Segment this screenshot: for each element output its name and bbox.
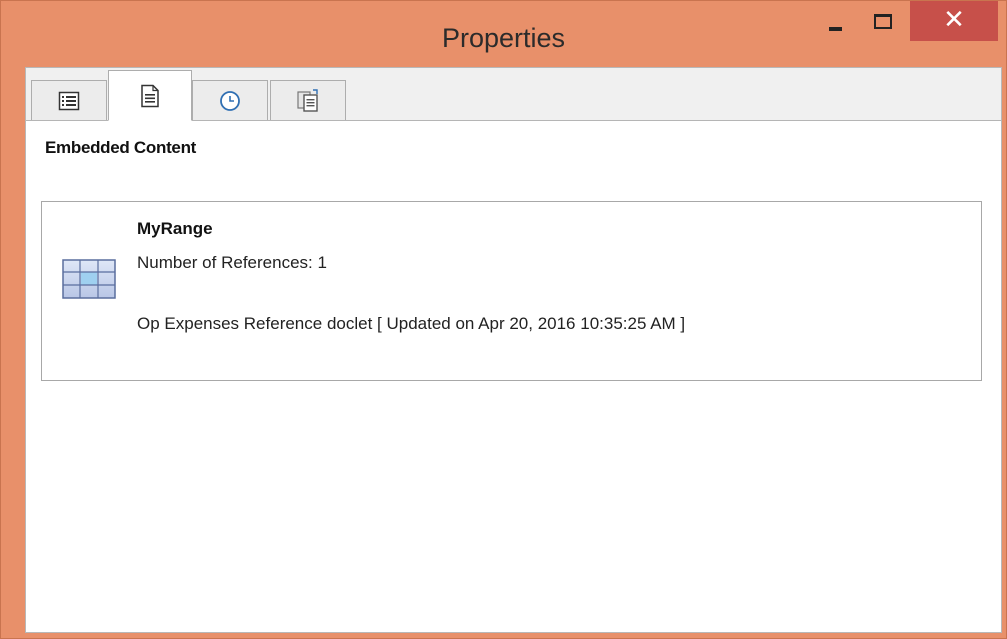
embedded-content-item[interactable]: MyRange Number of References: 1 Op Expen… [41, 201, 982, 381]
tab-strip [26, 68, 1001, 121]
close-icon: ✕ [943, 4, 965, 35]
tab-embedded-content[interactable] [108, 70, 192, 121]
tab-summary[interactable] [31, 80, 107, 120]
maximize-button[interactable] [861, 1, 905, 43]
maximize-icon [874, 13, 892, 29]
properties-panel: Embedded Content MyRange Number of Refer… [25, 67, 1002, 633]
range-grid-icon [62, 259, 116, 304]
doclet-reference: Op Expenses Reference doclet [ Updated o… [137, 314, 686, 333]
clock-icon [220, 90, 240, 111]
list-icon [58, 91, 80, 110]
close-button[interactable]: ✕ [910, 1, 998, 41]
document-stack-icon [297, 88, 318, 112]
reference-count: Number of References: 1 [137, 253, 327, 272]
tab-history[interactable] [192, 80, 268, 120]
document-icon [141, 84, 159, 107]
tab-related-documents[interactable] [270, 80, 346, 120]
properties-window: Properties ✕ Embedded Content MyRange Nu… [0, 0, 1007, 639]
title-bar[interactable]: Properties ✕ [1, 1, 1006, 67]
minimize-button[interactable] [813, 1, 857, 43]
minimize-icon [828, 27, 842, 31]
item-name: MyRange [137, 219, 213, 238]
section-heading: Embedded Content [45, 138, 197, 157]
